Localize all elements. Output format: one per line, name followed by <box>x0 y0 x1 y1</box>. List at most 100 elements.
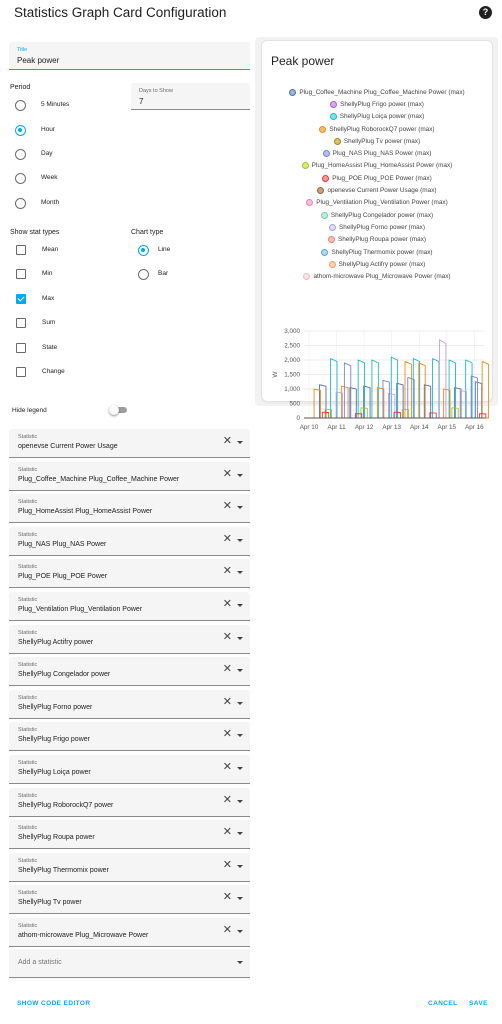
statistic-picker[interactable]: Statistic ShellyPlug RoborockQ7 power ✕ <box>9 787 250 817</box>
legend-item[interactable]: ShellyPlug Forno power (max) <box>262 221 492 233</box>
show-code-editor-button[interactable]: SHOW CODE EDITOR <box>17 1000 90 1007</box>
chevron-down-icon[interactable] <box>237 636 243 640</box>
statistic-picker[interactable]: Statistic Plug_HomeAssist Plug_HomeAssist… <box>9 494 250 524</box>
chevron-down-icon[interactable] <box>237 669 243 673</box>
statistic-value: ShellyPlug Roupa power <box>18 834 95 842</box>
chart-type-radio[interactable] <box>138 245 149 256</box>
legend-item[interactable]: Plug_Ventilation Plug_Ventilation Power … <box>262 197 492 209</box>
legend-item[interactable]: athom-microwave Plug_Microwave Power (ma… <box>262 270 492 282</box>
statistic-label: Statistic <box>18 923 38 929</box>
statistic-picker[interactable]: Statistic ShellyPlug Thermomix power ✕ <box>9 852 250 882</box>
statistic-picker[interactable]: Statistic Plug_POE Plug_POE Power ✕ <box>9 559 250 589</box>
title-field-value[interactable]: Peak power <box>17 56 59 65</box>
legend-item[interactable]: ShellyPlug Actifry power (max) <box>262 258 492 270</box>
close-icon[interactable]: ✕ <box>223 729 232 740</box>
period-radio[interactable] <box>15 125 26 136</box>
close-icon[interactable]: ✕ <box>223 827 232 838</box>
legend-item[interactable]: ShellyPlug RoborockQ7 power (max) <box>262 123 492 135</box>
close-icon[interactable]: ✕ <box>223 566 232 577</box>
legend-item[interactable]: ShellyPlug Congelador power (max) <box>262 209 492 221</box>
statistic-label: Statistic <box>18 694 38 701</box>
legend-item[interactable]: ShellyPlug Roupa power (max) <box>262 234 492 246</box>
period-label: Period <box>10 84 31 91</box>
statistic-picker[interactable]: Statistic ShellyPlug Forno power ✕ <box>9 689 250 719</box>
period-radio[interactable] <box>15 198 26 209</box>
chevron-down-icon[interactable] <box>237 701 243 705</box>
statistic-picker[interactable]: Statistic ShellyPlug Roupa power ✕ <box>9 820 250 850</box>
add-statistic-picker[interactable]: Add a statistic <box>9 949 250 978</box>
legend-item[interactable]: Plug_POE Plug_POE Power (max) <box>262 172 492 184</box>
chevron-down-icon[interactable] <box>237 441 243 444</box>
chevron-down-icon[interactable] <box>237 538 243 542</box>
stat-type-checkbox[interactable] <box>16 269 26 279</box>
cancel-button[interactable]: CANCEL <box>428 1000 457 1007</box>
chevron-down-icon[interactable] <box>237 799 243 803</box>
chevron-down-icon[interactable] <box>237 961 243 964</box>
chevron-down-icon[interactable] <box>237 473 243 477</box>
legend-item[interactable]: Plug_NAS Plug_NAS Power (max) <box>262 147 492 159</box>
close-icon[interactable]: ✕ <box>223 794 232 806</box>
save-button[interactable]: SAVE <box>469 1000 488 1007</box>
chevron-down-icon[interactable] <box>237 571 243 575</box>
legend-item[interactable]: ShellyPlug Thermomix power (max) <box>262 246 492 258</box>
close-icon[interactable]: ✕ <box>223 599 232 610</box>
stat-type-checkbox[interactable] <box>16 367 26 377</box>
statistic-picker[interactable]: Statistic Plug_Ventilation Plug_Ventilati… <box>9 592 250 621</box>
chevron-down-icon[interactable] <box>237 506 243 510</box>
chart-type-label: Chart type <box>131 229 164 236</box>
legend-item[interactable]: Plug_Coffee_Machine Plug_Coffee_Machine … <box>262 86 492 98</box>
chevron-down-icon[interactable] <box>237 930 243 933</box>
chart-type-radio[interactable] <box>138 269 149 280</box>
legend-item[interactable]: openevse Current Power Usage (max) <box>262 184 492 196</box>
chevron-down-icon[interactable] <box>237 767 243 770</box>
chevron-down-icon[interactable] <box>237 604 243 607</box>
period-radio[interactable] <box>15 173 26 184</box>
title-field[interactable]: Title Peak power <box>9 42 250 70</box>
hide-legend-label: Hide legend <box>12 407 47 414</box>
statistic-picker[interactable]: Statistic openevse Current Power Usage ✕ <box>9 429 250 458</box>
stat-type-checkbox[interactable] <box>16 245 26 255</box>
add-statistic-placeholder: Add a statistic <box>18 959 62 966</box>
chevron-down-icon[interactable] <box>237 897 243 901</box>
statistic-picker[interactable]: Statistic athom-microwave Plug_Microwave … <box>9 918 250 947</box>
close-icon[interactable]: ✕ <box>223 925 232 936</box>
stat-type-checkbox[interactable] <box>16 294 26 304</box>
days-to-show-field[interactable]: Days to Show 7 <box>131 83 250 110</box>
period-radio[interactable] <box>15 149 26 160</box>
statistic-picker[interactable]: Statistic ShellyPlug Congelador power ✕ <box>9 657 250 687</box>
y-tick-label: 3,000 <box>284 328 300 335</box>
close-icon[interactable]: ✕ <box>223 468 232 480</box>
close-icon[interactable]: ✕ <box>223 631 232 643</box>
close-icon[interactable]: ✕ <box>223 501 232 512</box>
statistic-label: Statistic <box>18 597 38 603</box>
chevron-down-icon[interactable] <box>237 864 243 868</box>
close-icon[interactable]: ✕ <box>223 762 232 773</box>
days-to-show-value[interactable]: 7 <box>139 97 143 106</box>
close-icon[interactable]: ✕ <box>223 533 232 545</box>
legend-item[interactable]: ShellyPlug Tv power (max) <box>262 135 492 147</box>
chevron-down-icon[interactable] <box>237 832 243 836</box>
close-icon[interactable]: ✕ <box>223 696 232 708</box>
legend-item[interactable]: ShellyPlug Frigo power (max) <box>262 98 492 110</box>
statistic-picker[interactable]: Statistic ShellyPlug Actifry power ✕ <box>9 624 250 654</box>
chevron-down-icon[interactable] <box>237 734 243 738</box>
legend-swatch <box>289 88 297 96</box>
statistic-picker[interactable]: Statistic Plug_NAS Plug_NAS Power ✕ <box>9 526 250 556</box>
title-field-label: Title <box>17 47 28 53</box>
legend-swatch <box>329 113 337 121</box>
help-icon[interactable]: ? <box>479 6 492 19</box>
hide-legend-toggle[interactable] <box>109 405 127 415</box>
stat-type-checkbox[interactable] <box>16 318 26 328</box>
close-icon[interactable]: ✕ <box>223 892 232 903</box>
stat-type-checkbox[interactable] <box>16 343 26 353</box>
legend-item[interactable]: Plug_HomeAssist Plug_HomeAssist Power (m… <box>262 160 492 172</box>
close-icon[interactable]: ✕ <box>223 664 232 675</box>
legend-item[interactable]: ShellyPlug Loiça power (max) <box>262 111 492 123</box>
period-radio[interactable] <box>15 100 26 111</box>
statistic-picker[interactable]: Statistic Plug_Coffee_Machine Plug_Coffee… <box>9 461 250 491</box>
close-icon[interactable]: ✕ <box>223 436 232 447</box>
close-icon[interactable]: ✕ <box>223 859 232 871</box>
statistic-picker[interactable]: Statistic ShellyPlug Frigo power ✕ <box>9 722 250 752</box>
statistic-picker[interactable]: Statistic ShellyPlug Loiça power ✕ <box>9 755 250 784</box>
statistic-picker[interactable]: Statistic ShellyPlug Tv power ✕ <box>9 885 250 915</box>
